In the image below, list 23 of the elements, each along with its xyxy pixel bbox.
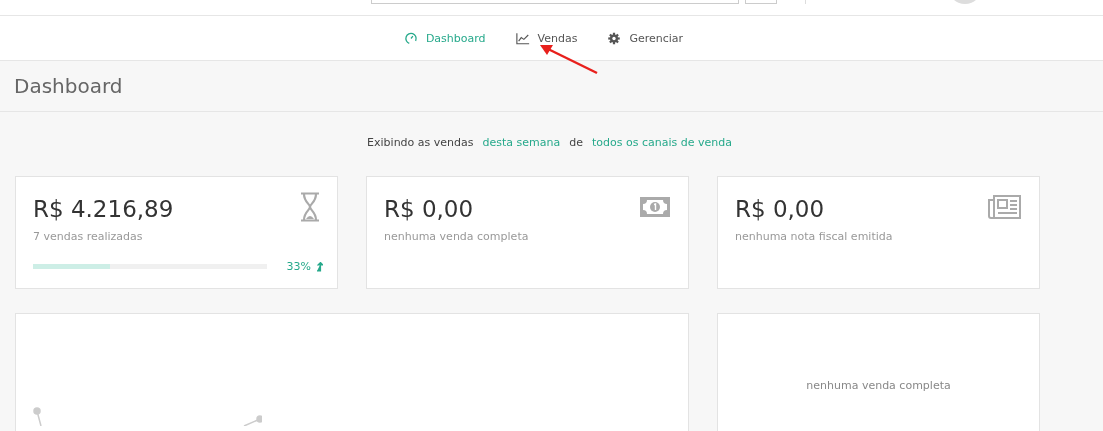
settings-icon — [607, 31, 622, 45]
stat-value: R$ 0,00 — [384, 195, 474, 224]
filter-text: Exibindo as vendas — [367, 136, 474, 149]
page-title: Dashboard — [0, 61, 1103, 112]
gauge-icon — [403, 31, 418, 45]
nav-tab[interactable]: Dashboard — [403, 27, 486, 49]
period-link[interactable]: desta semana — [482, 136, 561, 149]
filter-text: de — [569, 136, 583, 149]
nav-tab[interactable]: Vendas — [515, 27, 578, 49]
newspaper-icon — [988, 192, 1022, 222]
percent-label: 33% — [286, 260, 311, 273]
stat-caption: 7 vendas realizadas — [33, 230, 144, 243]
arrow-up-icon — [317, 261, 323, 272]
stat-caption: nenhuma nota fiscal emitida — [735, 230, 894, 243]
empty-message: nenhuma venda completa — [806, 379, 951, 394]
stat-value: R$ 4.216,89 — [33, 195, 174, 224]
stat-caption: nenhuma venda completa — [384, 230, 530, 243]
annotation-arrow — [538, 42, 600, 76]
channel-link[interactable]: todos os canais de venda — [591, 136, 732, 149]
nav-tab[interactable]: Gerenciar — [607, 27, 684, 49]
line-chart-icon — [515, 31, 530, 45]
stat-value: R$ 0,00 — [735, 195, 825, 224]
hourglass-icon — [300, 192, 320, 222]
